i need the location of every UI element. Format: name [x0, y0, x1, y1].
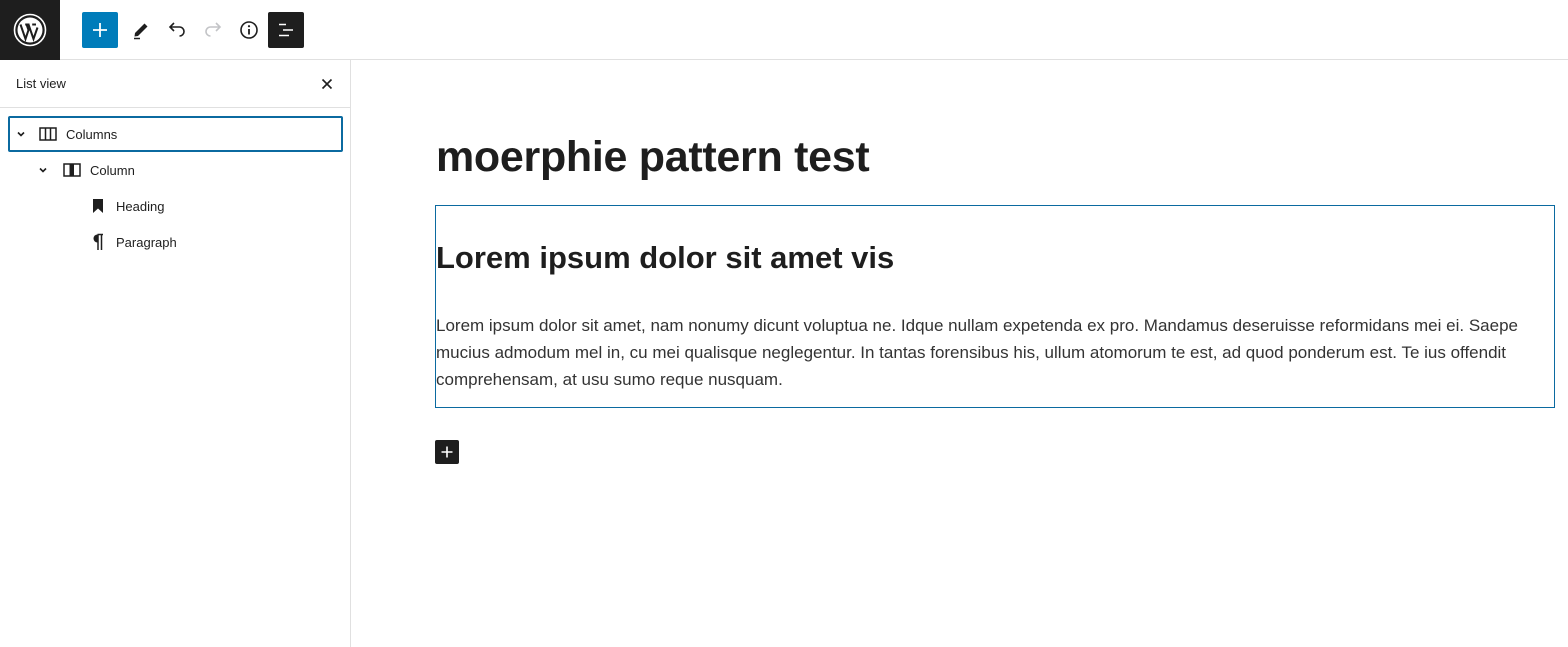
column-icon [62, 160, 82, 180]
columns-icon [38, 124, 58, 144]
list-view-item-label: Heading [116, 198, 165, 214]
plus-icon [441, 446, 453, 458]
list-view-title: List view [16, 76, 66, 91]
list-view-item-column[interactable]: Column [36, 152, 343, 188]
add-block-button[interactable] [82, 12, 118, 48]
list-view-panel: List view Columns Column Heading Paragra… [0, 60, 351, 647]
close-list-view-button[interactable] [316, 73, 338, 95]
undo-button[interactable] [159, 12, 195, 48]
details-button[interactable] [231, 12, 267, 48]
block-inserter-button[interactable] [435, 440, 459, 464]
list-view-header: List view [0, 60, 350, 108]
list-view-icon [279, 23, 293, 37]
columns-block[interactable]: Lorem ipsum dolor sit amet vis Lorem ips… [435, 205, 1555, 408]
undo-icon [168, 22, 185, 37]
redo-icon [205, 22, 222, 37]
close-icon [321, 78, 333, 90]
plus-icon [93, 23, 107, 37]
list-view-item-label: Column [90, 162, 135, 178]
list-view-item-label: Paragraph [116, 234, 177, 250]
wordpress-logo-icon[interactable] [0, 0, 60, 60]
post-title[interactable]: moerphie pattern test [436, 133, 870, 182]
chevron-down-icon[interactable] [36, 163, 50, 177]
pencil-icon [134, 23, 148, 40]
redo-button[interactable] [195, 12, 231, 48]
chevron-down-icon[interactable] [14, 127, 28, 141]
list-view-button[interactable] [268, 12, 304, 48]
tools-button[interactable] [123, 12, 159, 48]
editor-canvas: moerphie pattern test Lorem ipsum dolor … [351, 61, 1568, 647]
list-view-item-columns[interactable]: Columns [8, 116, 343, 152]
bookmark-icon [88, 196, 108, 216]
pilcrow-icon [88, 232, 108, 252]
list-view-item-heading[interactable]: Heading [88, 188, 343, 224]
paragraph-block[interactable]: Lorem ipsum dolor sit amet, nam nonumy d… [436, 312, 1536, 393]
info-icon [240, 21, 258, 39]
editor-top-toolbar [0, 0, 1568, 60]
heading-block[interactable]: Lorem ipsum dolor sit amet vis [436, 240, 894, 276]
list-view-item-paragraph[interactable]: Paragraph [88, 224, 343, 260]
list-view-item-label: Columns [66, 126, 118, 142]
